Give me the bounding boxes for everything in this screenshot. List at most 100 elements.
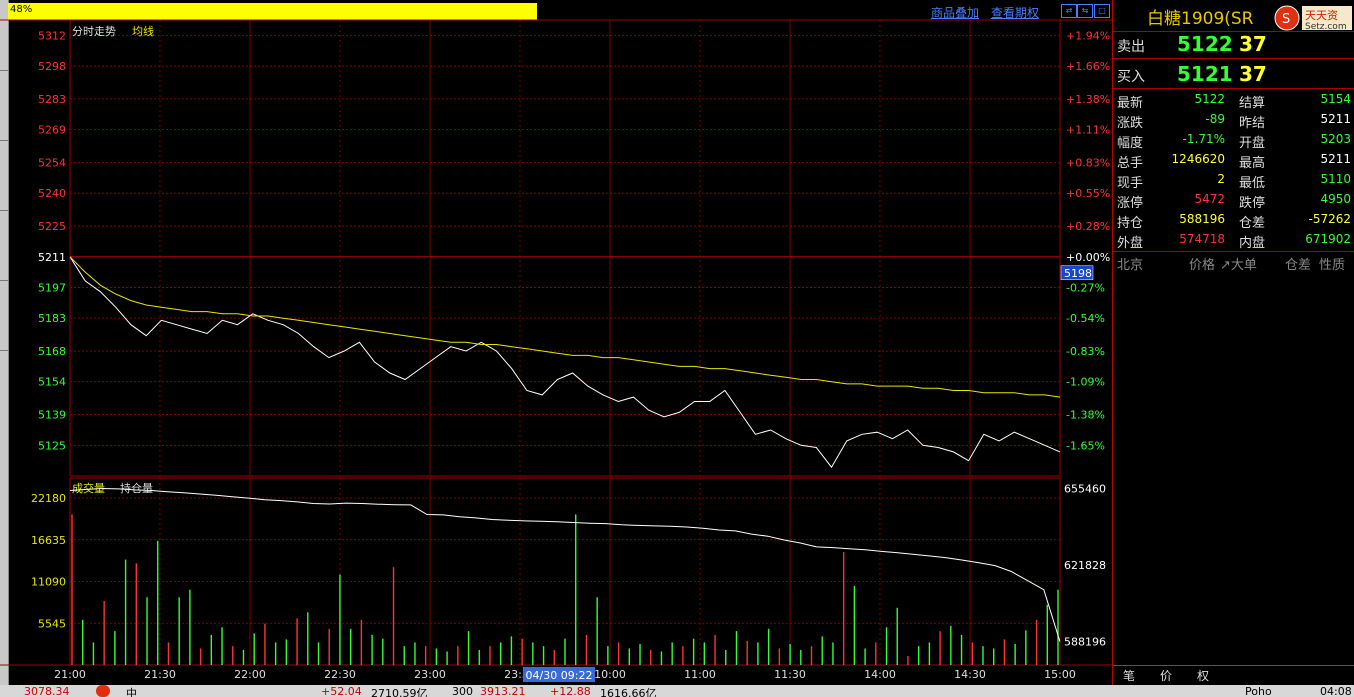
quote-value: -89 [1205, 112, 1225, 126]
quote-label: 外盘 [1117, 236, 1144, 251]
price-tick-label: 5269 [38, 124, 66, 137]
time-tick-label: 14:30 [954, 668, 986, 681]
pct-tick-label: +1.94% [1066, 29, 1110, 42]
time-tick-label: 23:00 [414, 668, 446, 681]
svg-text:天天资: 天天资 [1305, 9, 1338, 22]
quote-value: 671902 [1305, 232, 1351, 246]
price-tick-label: 5183 [38, 312, 66, 325]
quote-value: -1.71% [1182, 132, 1225, 146]
chart-title: 分时走势 [72, 25, 116, 38]
avg-legend: 均线 [132, 24, 154, 38]
price-tick-label: 5154 [38, 376, 66, 389]
quote-value: 5211 [1320, 112, 1351, 126]
time-tick-label: 11:30 [774, 668, 806, 681]
sogou-icon[interactable] [96, 685, 110, 697]
quote-label: 最高 [1239, 156, 1266, 171]
quote-label: 仓差 [1239, 216, 1266, 231]
price-line [69, 256, 1061, 469]
site-logo: S 天天资 Setz.com [1273, 3, 1353, 33]
index2-change: +12.88 [550, 685, 591, 697]
cursor-time-label: 04/30 09:22 [526, 669, 593, 682]
tab-rights[interactable]: 权 [1197, 667, 1209, 684]
pct-tick-label: +0.28% [1066, 220, 1110, 233]
quote-label: 最低 [1239, 176, 1266, 191]
panel-tabs: 笔 价 权 [1113, 665, 1354, 686]
quote-value: 588196 [1179, 212, 1225, 226]
oi-legend: 持仓量 [120, 481, 153, 495]
pct-tick-label: +1.11% [1066, 124, 1110, 137]
quote-value: 5110 [1320, 172, 1351, 186]
oi-tick-label: 588196 [1064, 636, 1106, 649]
volume-pane-frame [69, 477, 1061, 666]
open-interest-line [69, 487, 1061, 642]
time-tick-label: 11:00 [684, 668, 716, 681]
price-tick-label: 5312 [38, 29, 66, 42]
ime-label[interactable]: 中 [126, 685, 137, 697]
index-value: 3078.34 [24, 685, 70, 697]
price-tick-label: 5168 [38, 345, 66, 358]
quote-label: 跌停 [1239, 196, 1266, 211]
bid-volume: 37 [1239, 62, 1267, 86]
volume-tick-label: 22180 [31, 492, 66, 505]
pct-tick-label: +0.00% [1066, 251, 1110, 264]
quote-label: 内盘 [1239, 236, 1266, 251]
bid-label: 买入 [1117, 69, 1145, 85]
quote-value: 5472 [1194, 192, 1225, 206]
index2-turnover: 1616.66亿 [600, 687, 657, 697]
oi-tick-label: 621828 [1064, 559, 1106, 572]
pct-tick-label: +1.66% [1066, 60, 1110, 73]
time-tick-label: 22:00 [234, 668, 266, 681]
pct-tick-label: -1.09% [1066, 376, 1105, 389]
quote-label: 涨跌 [1117, 116, 1144, 131]
quote-table: 最新 5122 结算 5154 涨跌 -89 昨结 5211 幅度 -1.71% 开盘 5203 总手 1… [1113, 90, 1354, 251]
pct-tick-label: -1.38% [1066, 409, 1105, 422]
quote-value: 1246620 [1171, 152, 1225, 166]
pct-tick-label: -1.65% [1066, 439, 1105, 452]
index-turnover: 2710.59亿 [371, 687, 428, 697]
ask-volume: 37 [1239, 32, 1267, 56]
pct-tick-label: -0.83% [1066, 345, 1105, 358]
tab-price[interactable]: 价 [1160, 667, 1172, 684]
tab-ticks[interactable]: 笔 [1123, 667, 1135, 684]
oi-tick-label: 655460 [1064, 482, 1106, 495]
pct-tick-label: -0.54% [1066, 312, 1105, 325]
pct-tick-label: +1.38% [1066, 93, 1110, 106]
quote-panel: 白糖1909(SR S 天天资 Setz.com 卖出 5122 37 买入 5… [1112, 0, 1354, 685]
ask-price: 5122 [1177, 32, 1233, 56]
svg-text:S: S [1282, 12, 1290, 27]
price-tick-label: 5225 [38, 220, 66, 233]
price-pane-frame [69, 19, 1061, 477]
volume-legend: 成交量 [72, 481, 105, 495]
current-price-tag: 5198 [1064, 267, 1092, 280]
time-tick-label: 15:00 [1044, 668, 1076, 681]
quote-value: 5154 [1320, 92, 1351, 106]
quote-label: 总手 [1117, 156, 1144, 171]
clock: 04:08 [1320, 685, 1352, 697]
quote-value: 2 [1217, 172, 1225, 186]
quote-label: 持仓 [1117, 216, 1144, 231]
index2-name: 300 [452, 685, 473, 697]
volume-tick-label: 11090 [31, 576, 66, 589]
ticks-price-header: 价格 [1189, 258, 1216, 273]
quote-value: 5203 [1320, 132, 1351, 146]
price-tick-label: 5240 [38, 187, 66, 200]
intraday-chart[interactable]: 5312 +1.94% 5298 +1.66% 5283 +1.38% 5269 +1.11%… [0, 0, 1112, 685]
instrument-title: 白糖1909(SR [1147, 9, 1254, 29]
time-tick-label: 21:00 [54, 668, 86, 681]
index2-value: 3913.21 [480, 685, 526, 697]
price-tick-label: 5197 [38, 281, 66, 294]
quote-value: 5122 [1194, 92, 1225, 106]
quote-label: 幅度 [1117, 136, 1144, 151]
quote-value: 4950 [1320, 192, 1351, 206]
quote-label: 最新 [1117, 96, 1144, 111]
time-tick-label: 21:30 [144, 668, 176, 681]
time-tick-label: 10:00 [594, 668, 626, 681]
ask-label: 卖出 [1117, 39, 1145, 55]
volume-tick-label: 16635 [31, 534, 66, 547]
ticks-place-header: 北京 [1117, 258, 1144, 273]
quote-label: 涨停 [1117, 196, 1144, 211]
time-tick-label: 14:00 [864, 668, 896, 681]
quote-label: 开盘 [1239, 136, 1266, 151]
quote-label: 现手 [1117, 176, 1144, 191]
index-change: +52.04 [321, 685, 362, 697]
